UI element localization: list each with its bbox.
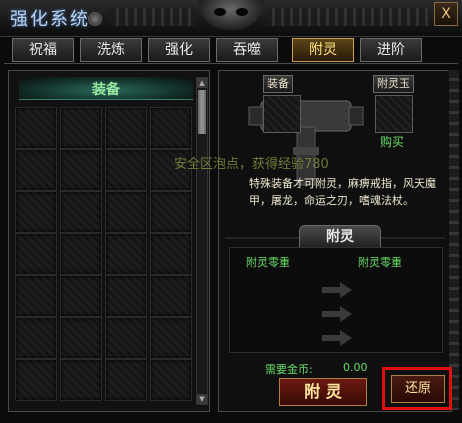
equipment-slot[interactable] bbox=[15, 149, 57, 191]
tab-devour[interactable]: 吞噬 bbox=[216, 38, 278, 62]
equipment-scrollbar[interactable]: ▲ ▼ bbox=[196, 77, 208, 405]
enchant-button[interactable]: 附 灵 bbox=[279, 378, 367, 406]
title-ornament-icon bbox=[88, 12, 102, 26]
tab-enchant[interactable]: 附灵 bbox=[292, 38, 354, 62]
tab-blessing[interactable]: 祝福 bbox=[12, 38, 74, 62]
equipment-slot[interactable] bbox=[150, 191, 192, 233]
chain-decoration bbox=[266, 8, 430, 26]
gold-label: 需要金币: bbox=[265, 363, 313, 376]
equipment-header: 装备 bbox=[19, 77, 193, 100]
skull-ornament-icon bbox=[198, 0, 264, 30]
tab-strengthen[interactable]: 强化 bbox=[148, 38, 210, 62]
enchant-result-box: 附灵零重 附灵零重 bbox=[229, 247, 443, 353]
equip-slot[interactable] bbox=[263, 95, 301, 133]
jade-slot-label: 附灵玉 bbox=[373, 75, 414, 93]
equipment-slot[interactable] bbox=[60, 275, 102, 317]
gold-value: 0.00 bbox=[343, 361, 368, 374]
equipment-slot[interactable] bbox=[15, 107, 57, 149]
enchant-description: 特殊装备才可附灵，麻痹戒指，风天魔甲，屠龙，命运之刃，嗜魂法杖。 bbox=[249, 177, 436, 207]
floating-message: 安全区泡点，获得经验780 bbox=[174, 157, 329, 172]
buy-link[interactable]: 购买 bbox=[380, 133, 404, 150]
equipment-slot[interactable] bbox=[15, 275, 57, 317]
equipment-slot[interactable] bbox=[15, 233, 57, 275]
scroll-thumb[interactable] bbox=[198, 90, 206, 134]
tab-refine[interactable]: 洗炼 bbox=[80, 38, 142, 62]
equipment-slot[interactable] bbox=[105, 317, 147, 359]
scroll-down-icon[interactable]: ▼ bbox=[197, 394, 207, 404]
equipment-slot[interactable] bbox=[105, 191, 147, 233]
jade-slot[interactable] bbox=[375, 95, 413, 133]
equipment-slot[interactable] bbox=[15, 317, 57, 359]
chain-decoration bbox=[110, 8, 196, 26]
enchant-section-title: 附灵 bbox=[299, 225, 381, 249]
next-level-label: 附灵零重 bbox=[358, 256, 402, 269]
equip-slot-label: 装备 bbox=[263, 75, 293, 93]
tab-advance[interactable]: 进阶 bbox=[360, 38, 422, 62]
equipment-slot[interactable] bbox=[150, 233, 192, 275]
current-level-label: 附灵零重 bbox=[246, 256, 290, 269]
equipment-slot[interactable] bbox=[15, 191, 57, 233]
equipment-slot[interactable] bbox=[60, 149, 102, 191]
restore-button[interactable]: 还原 bbox=[391, 375, 445, 403]
tab-divider bbox=[4, 63, 458, 64]
title-bar: 强化系统 X bbox=[0, 0, 462, 37]
equipment-slot[interactable] bbox=[150, 359, 192, 401]
scroll-up-icon[interactable]: ▲ bbox=[197, 78, 207, 88]
hammer-icon bbox=[248, 100, 364, 186]
equipment-slot[interactable] bbox=[105, 275, 147, 317]
equipment-slot[interactable] bbox=[150, 317, 192, 359]
equipment-slot[interactable] bbox=[150, 275, 192, 317]
equipment-slot[interactable] bbox=[60, 359, 102, 401]
arrow-right-icon bbox=[322, 306, 352, 322]
equipment-panel: 装备 ▲ ▼ bbox=[8, 70, 210, 412]
arrow-right-icon bbox=[322, 282, 352, 298]
equipment-slot[interactable] bbox=[60, 317, 102, 359]
close-button[interactable]: X bbox=[434, 2, 458, 26]
equipment-slot[interactable] bbox=[60, 107, 102, 149]
equipment-slot[interactable] bbox=[105, 359, 147, 401]
equipment-slot[interactable] bbox=[150, 107, 192, 149]
equipment-slot[interactable] bbox=[105, 149, 147, 191]
equipment-title: 装备 bbox=[92, 82, 120, 98]
equipment-slot[interactable] bbox=[60, 233, 102, 275]
window-title: 强化系统 bbox=[10, 9, 90, 30]
arrow-right-icon bbox=[322, 330, 352, 346]
equipment-slot[interactable] bbox=[15, 359, 57, 401]
equipment-slot[interactable] bbox=[105, 107, 147, 149]
equipment-slot[interactable] bbox=[60, 191, 102, 233]
equipment-slot[interactable] bbox=[105, 233, 147, 275]
chain-decoration bbox=[449, 70, 459, 410]
enchant-panel: 装备 附灵玉 购买 安全区泡点，获得经验780 特殊装备才可附灵，麻痹戒指，风天… bbox=[174, 70, 452, 412]
